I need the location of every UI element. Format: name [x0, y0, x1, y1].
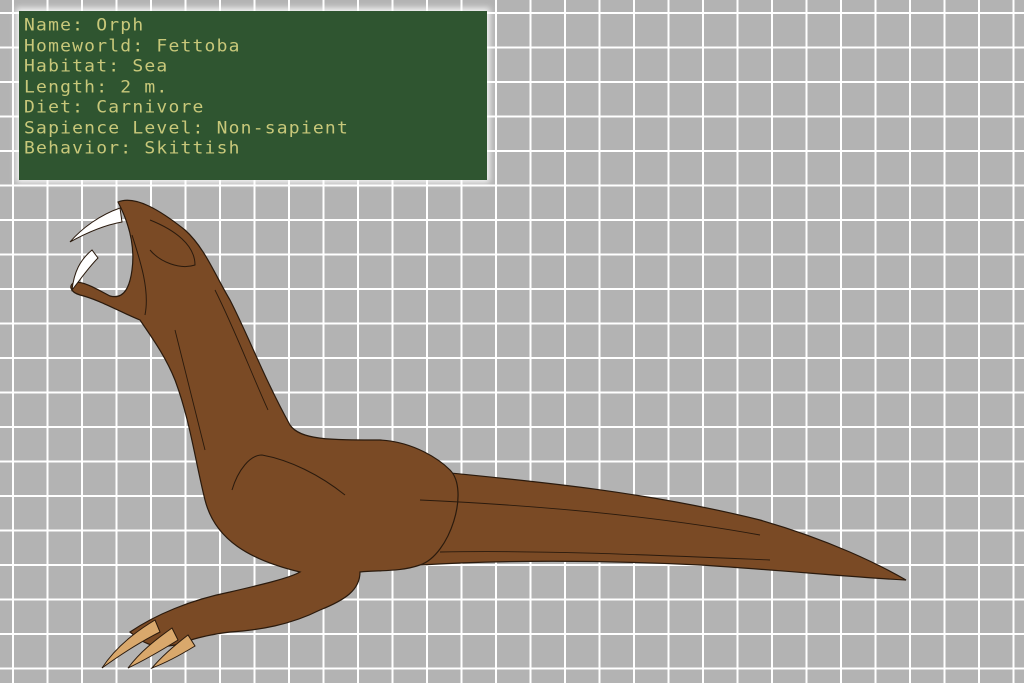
creature-illustration [69, 199, 907, 670]
creature-tail [419, 469, 907, 581]
creature-body [70, 199, 459, 647]
creature-tooth [69, 207, 123, 243]
